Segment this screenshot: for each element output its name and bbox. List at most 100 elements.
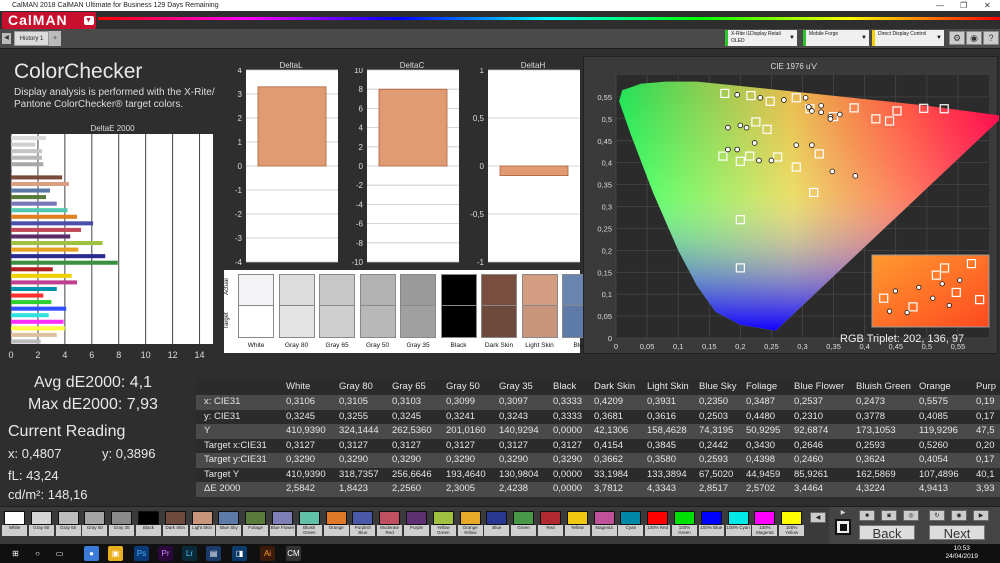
patch-label: Gray 80	[28, 525, 54, 536]
patch-color	[325, 511, 347, 525]
cie-inset-point	[946, 302, 952, 308]
record-icon[interactable]: ■	[859, 510, 875, 521]
premiere-icon[interactable]: Pr	[158, 546, 173, 561]
swatch-target	[238, 306, 274, 338]
table-cell: 0,3097	[499, 396, 529, 407]
target-icon[interactable]: ◎	[903, 510, 919, 521]
store-icon[interactable]: ◨	[232, 546, 247, 561]
swatch-label: Gray 50	[365, 342, 390, 349]
patch-button[interactable]: 100% Blue	[698, 510, 724, 536]
device-source-selector[interactable]: Mobile Forge ▼	[803, 30, 869, 46]
close-icon[interactable]: ✕	[984, 0, 991, 11]
settings-icon[interactable]: ◉	[966, 31, 982, 45]
swatch-label: Gray 65	[325, 342, 349, 349]
patch-button[interactable]: Bluish Green	[296, 510, 322, 536]
patch-button[interactable]: Gray 65	[55, 510, 81, 536]
patch-label: 100% Green	[672, 525, 697, 536]
windows-start-icon[interactable]: ⊞	[8, 546, 23, 561]
device-meter-selector[interactable]: X-Rite i1Display Retail OLED ▼	[725, 30, 797, 46]
deltae-bar	[11, 142, 36, 147]
patch-label: Yellow Green	[430, 525, 456, 536]
patch-button[interactable]: 100% Red	[645, 510, 671, 536]
minimize-icon[interactable]: —	[936, 0, 944, 11]
collapse-left-icon[interactable]: ◀	[2, 33, 11, 44]
calman-logo-menu[interactable]: CalMAN ▼	[2, 12, 96, 29]
patch-button[interactable]: Light Skin	[189, 510, 215, 536]
add-tab-button[interactable]: +	[49, 31, 61, 46]
patch-button[interactable]: Orange Yellow	[457, 510, 483, 536]
maximize-icon[interactable]: ❐	[960, 0, 967, 11]
help-icon[interactable]: ?	[983, 31, 999, 45]
table-row: Target y:CIE31 0,3290 0,3290 0,3290 0,3290 0,…	[196, 453, 1000, 468]
patch-button[interactable]: 100% Magenta	[752, 510, 778, 536]
device-display-selector[interactable]: Direct Display Control ▼	[872, 30, 944, 46]
patch-button[interactable]: 100% Yellow	[779, 510, 805, 536]
chrome-icon[interactable]: ●	[84, 546, 99, 561]
options-icon[interactable]: ◉	[951, 510, 967, 521]
table-cell: 0,2310	[794, 410, 824, 422]
illustrator-icon[interactable]: Ai	[260, 546, 275, 561]
cie-measured-point	[756, 157, 762, 164]
patch-button[interactable]: Gray 35	[109, 510, 135, 536]
patch-button[interactable]: Purplish Blue	[350, 510, 376, 536]
patch-label: 100% Magenta	[752, 525, 778, 536]
patch-button[interactable]: Moderate Red	[377, 510, 403, 536]
deltae-bar	[11, 168, 12, 173]
patch-button[interactable]: Green	[511, 510, 537, 536]
gear-icon[interactable]: ⚙	[949, 31, 965, 45]
patch-label: Purplish Blue	[350, 525, 376, 536]
patch-button[interactable]: Orange	[323, 510, 349, 536]
patch-button[interactable]: Blue	[484, 510, 510, 536]
patch-button[interactable]: Gray 80	[28, 510, 54, 536]
delta-tick-label: 8	[359, 85, 364, 94]
app-icon[interactable]: ▤	[206, 546, 221, 561]
patch-button[interactable]: Purple	[404, 510, 429, 536]
task-view-icon[interactable]: ▭	[52, 546, 67, 561]
table-header-cell: Gray 50	[446, 381, 480, 392]
page-description: Display analysis is performed with the X…	[14, 87, 215, 110]
lightroom-icon[interactable]: Lr	[182, 546, 197, 561]
table-cell: 130,9804	[499, 468, 539, 480]
forward-icon[interactable]: ▶	[973, 510, 989, 521]
deltae-bar	[11, 313, 49, 318]
tab-history-1[interactable]: History 1	[14, 31, 49, 46]
patch-button[interactable]: Black	[136, 510, 161, 536]
swatch-target	[521, 306, 558, 338]
table-cell: 44,9459	[746, 468, 781, 480]
patch-button[interactable]: Yellow	[564, 510, 590, 536]
calman-taskbar-icon[interactable]: CM	[286, 546, 301, 561]
patch-button[interactable]: Foliage	[243, 510, 269, 536]
patch-label: Magenta	[591, 525, 617, 536]
play-icon[interactable]: ▶	[835, 509, 851, 517]
patch-button[interactable]: Red	[538, 510, 563, 536]
patch-button[interactable]: 100% Green	[672, 510, 697, 536]
patch-button[interactable]: Magenta	[591, 510, 617, 536]
device-display-label: Direct Display Control	[878, 31, 927, 37]
rainbow-strip	[98, 17, 1000, 20]
patch-button[interactable]: Gray 50	[82, 510, 108, 536]
camera-icon[interactable]: ◙	[881, 510, 897, 521]
cie-inset-point	[886, 308, 893, 314]
explorer-icon[interactable]: ▣	[108, 546, 123, 561]
stop-icon[interactable]	[835, 519, 851, 535]
delta-tick-label: -2	[235, 210, 243, 219]
patch-button[interactable]: White	[2, 510, 27, 536]
patch-button[interactable]: Blue Sky	[216, 510, 242, 536]
patch-button[interactable]: Blue Flower	[270, 510, 295, 536]
patch-button[interactable]: Cyan	[618, 510, 644, 536]
patch-button[interactable]: Yellow Green	[430, 510, 456, 536]
table-cell: 0,2503	[699, 410, 729, 422]
patch-button[interactable]: Dark Skin	[162, 510, 188, 536]
delta-tick-label: 0	[359, 162, 364, 171]
current-y: y: 0,3896	[102, 446, 156, 461]
table-cell: 0,3778	[856, 410, 886, 422]
search-icon[interactable]: ○	[30, 546, 45, 561]
repeat-icon[interactable]: ↻	[929, 510, 945, 521]
next-button[interactable]: Next	[929, 525, 985, 541]
patch-button[interactable]: 100% Cyan	[725, 510, 751, 536]
photoshop-icon[interactable]: Ps	[134, 546, 149, 561]
deltae-bar	[11, 286, 57, 291]
patch-label: Purple	[404, 525, 429, 536]
back-button[interactable]: Back	[859, 525, 915, 541]
scroll-patches-left-icon[interactable]: ◀	[810, 512, 826, 523]
